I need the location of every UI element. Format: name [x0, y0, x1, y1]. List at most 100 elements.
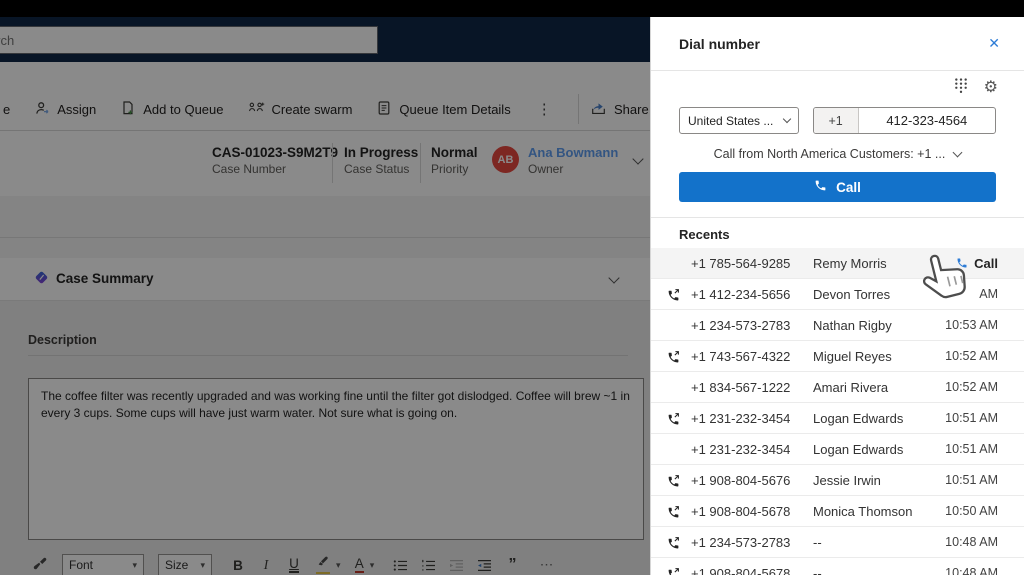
- create-swarm-button[interactable]: Create swarm: [248, 100, 352, 119]
- recent-name: --: [813, 565, 822, 575]
- recent-call-row[interactable]: +1 908-804-5678 -- 10:48 AM: [651, 558, 1024, 575]
- highlight-color-button[interactable]: ▾: [316, 553, 341, 575]
- case-header-strip: CAS-01023-S9M2T9 Case Number In Progress…: [0, 131, 650, 196]
- summary-collapse-chevron-icon[interactable]: [608, 272, 620, 284]
- highlight-pen-icon: [316, 556, 330, 574]
- screen: e Assign Add to Queue: [0, 0, 1024, 575]
- case-summary-title: Case Summary: [56, 271, 154, 286]
- add-to-queue-icon: [120, 100, 136, 119]
- case-summary-card: Case Summary: [0, 258, 650, 301]
- recent-time: 10:52 AM: [945, 349, 998, 363]
- country-code-prefix: +1: [813, 108, 859, 133]
- recent-number: +1 908-804-5678: [691, 503, 791, 519]
- recent-call-row[interactable]: +1 412-234-5656 Devon Torres AM: [651, 279, 1024, 310]
- recent-call-row[interactable]: +1 234-573-2783 Nathan Rigby 10:53 AM: [651, 310, 1024, 341]
- country-select[interactable]: United States ...: [679, 107, 799, 134]
- recent-call-row[interactable]: +1 908-804-5676 Jessie Irwin 10:51 AM: [651, 465, 1024, 496]
- outgoing-call-icon: [667, 474, 691, 487]
- gear-icon[interactable]: ⚙: [984, 80, 998, 96]
- recent-name: Monica Thomson: [813, 503, 913, 519]
- recent-number: +1 785-564-9285: [691, 255, 791, 271]
- recent-number: +1 834-567-1222: [691, 379, 791, 395]
- recents-divider: [651, 217, 1024, 218]
- recent-name: Miguel Reyes: [813, 348, 892, 364]
- recent-time: 10:53 AM: [945, 318, 998, 332]
- owner-avatar[interactable]: AB: [492, 146, 519, 173]
- recent-call-action[interactable]: Call: [956, 256, 998, 271]
- recent-call-row[interactable]: +1 834-567-1222 Amari Rivera 10:52 AM: [651, 372, 1024, 403]
- recent-call-row[interactable]: +1 908-804-5678 Monica Thomson 10:50 AM: [651, 496, 1024, 527]
- font-size-select[interactable]: Size ▾: [158, 553, 212, 575]
- recent-name: Remy Morris: [813, 255, 887, 271]
- toolbar-divider: [578, 94, 579, 124]
- priority-field: Normal Priority: [431, 145, 478, 176]
- close-icon[interactable]: ✕: [988, 35, 1000, 52]
- chevron-down-icon: [952, 147, 963, 158]
- top-black-strip: [0, 0, 1024, 17]
- outgoing-call-icon: [667, 288, 691, 301]
- recent-number: +1 231-232-3454: [691, 441, 791, 457]
- recent-time: 10:52 AM: [945, 380, 998, 394]
- description-textarea[interactable]: The coffee filter was recently upgraded …: [28, 378, 644, 540]
- recents-list: +1 785-564-9285 Remy Morris Call +1 412-…: [651, 248, 1024, 575]
- bullet-list-icon[interactable]: [389, 553, 413, 575]
- assign-button[interactable]: Assign: [34, 100, 96, 119]
- increase-indent-icon[interactable]: [473, 553, 497, 575]
- outgoing-call-icon: [667, 412, 691, 425]
- search-input[interactable]: [0, 26, 378, 54]
- call-button[interactable]: Call: [679, 172, 996, 202]
- command-bar: e Assign Add to Queue Create swarm Queue…: [0, 62, 650, 131]
- recent-call-row[interactable]: +1 234-573-2783 -- 10:48 AM: [651, 527, 1024, 558]
- queue-item-details-icon: [376, 100, 392, 119]
- owner-link[interactable]: Ana Bowmann: [528, 145, 618, 160]
- call-from-select[interactable]: Call from North America Customers: +1 ..…: [651, 147, 1024, 161]
- recent-name: Devon Torres: [813, 286, 891, 302]
- recent-number: +1 908-804-5678: [691, 565, 791, 575]
- recent-name: Amari Rivera: [813, 379, 889, 395]
- field-divider: [332, 143, 333, 183]
- share-icon: [590, 100, 607, 119]
- queue-item-details-button[interactable]: Queue Item Details: [376, 100, 511, 119]
- caret-down-icon: ▾: [369, 559, 375, 570]
- underline-button[interactable]: U: [282, 553, 306, 575]
- font-family-select[interactable]: Font ▾: [62, 553, 144, 575]
- font-color-button[interactable]: A ▾: [353, 553, 377, 575]
- recent-call-row[interactable]: +1 231-232-3454 Logan Edwards 10:51 AM: [651, 403, 1024, 434]
- outgoing-call-icon: [667, 505, 691, 518]
- recent-time: 10:48 AM: [945, 566, 998, 575]
- field-divider: [420, 143, 421, 183]
- caret-down-icon: ▾: [132, 559, 137, 570]
- editor-more-button[interactable]: ⋯: [535, 553, 559, 575]
- bold-button[interactable]: B: [226, 553, 250, 575]
- recent-number: +1 231-232-3454: [691, 410, 791, 426]
- recent-name: --: [813, 534, 822, 550]
- toolbar-overflow-button[interactable]: ⋮: [535, 100, 554, 118]
- description-label: Description: [28, 333, 97, 347]
- recent-call-row[interactable]: +1 743-567-4322 Miguel Reyes 10:52 AM: [651, 341, 1024, 372]
- recent-call-row[interactable]: +1 785-564-9285 Remy Morris Call: [651, 248, 1024, 279]
- share-button[interactable]: Share: [590, 92, 649, 126]
- copilot-icon: [33, 269, 50, 291]
- main-content-dimmed: e Assign Add to Queue: [0, 17, 650, 575]
- decrease-indent-icon[interactable]: [445, 553, 469, 575]
- phone-icon: [814, 179, 827, 195]
- blockquote-button[interactable]: ”: [501, 553, 525, 575]
- richtext-toolbar: Font ▾ Size ▾ B I U ▾ A ▾ ” ⋯: [28, 545, 644, 575]
- phone-number-input[interactable]: 412-323-4564: [859, 108, 995, 133]
- italic-button[interactable]: I: [254, 553, 278, 575]
- recent-time: AM: [979, 287, 998, 301]
- recent-time: 10:50 AM: [945, 504, 998, 518]
- caret-down-icon: ▾: [336, 559, 341, 570]
- outgoing-call-icon: [667, 567, 691, 575]
- header-expand-chevron-icon[interactable]: [632, 153, 644, 165]
- dialpad-icon[interactable]: [954, 77, 968, 100]
- add-to-queue-button[interactable]: Add to Queue: [120, 100, 224, 119]
- outgoing-call-icon: [667, 350, 691, 363]
- recent-name: Nathan Rigby: [813, 317, 892, 333]
- toolbar-partial-label: e: [3, 101, 11, 117]
- format-painter-icon[interactable]: [28, 553, 52, 575]
- numbered-list-icon[interactable]: [417, 553, 441, 575]
- chevron-down-icon: [782, 114, 791, 124]
- recent-call-row[interactable]: +1 231-232-3454 Logan Edwards 10:51 AM: [651, 434, 1024, 465]
- recent-name: Logan Edwards: [813, 441, 904, 457]
